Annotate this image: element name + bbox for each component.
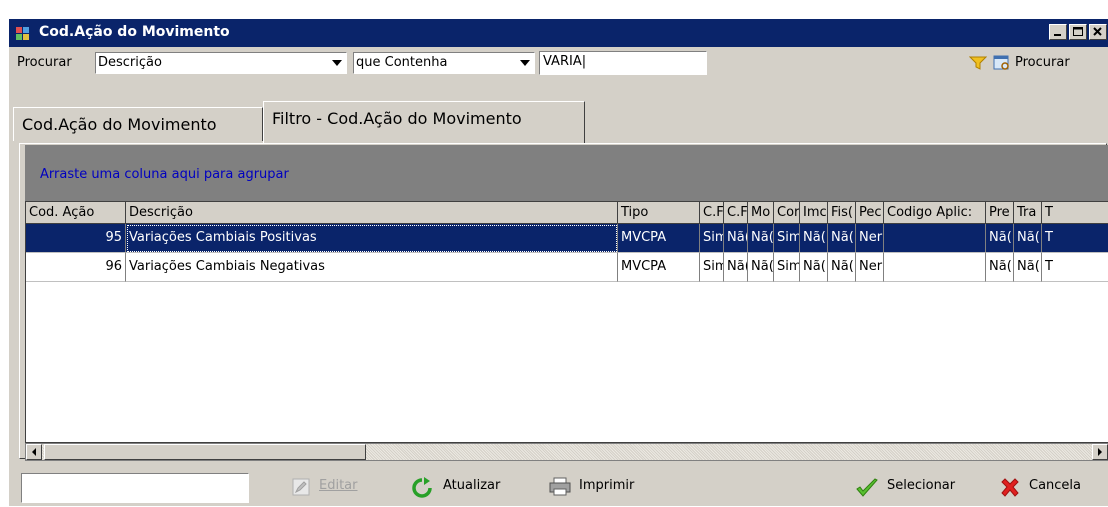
group-by-area[interactable]: Arraste uma coluna aqui para agrupar — [25, 145, 1108, 201]
tab-label: Cod.Ação do Movimento — [22, 115, 217, 134]
print-label: Imprimir — [579, 478, 635, 493]
column-header[interactable]: Cor — [774, 202, 800, 224]
grid-cell: Nã( — [828, 253, 856, 282]
table-row[interactable]: 96 Variações Cambiais Negativas MVCPA Si… — [26, 253, 1108, 282]
window-title: Cod.Ação do Movimento — [39, 24, 230, 40]
cell-descricao: Variações Cambiais Negativas — [126, 253, 618, 282]
column-header[interactable]: Pre — [986, 202, 1014, 224]
grid-cell: Nã( — [986, 253, 1014, 282]
filter-icon[interactable] — [969, 55, 987, 71]
chevron-down-icon — [520, 60, 530, 66]
print-button[interactable]: Imprimir — [549, 465, 659, 507]
edit-label: Editar — [319, 478, 358, 493]
column-header[interactable]: Imc — [800, 202, 828, 224]
refresh-button[interactable]: Atualizar — [411, 465, 521, 507]
select-label: Selecionar — [887, 478, 956, 493]
cell-cod-acao: 96 — [26, 253, 126, 282]
chevron-down-icon — [332, 60, 342, 66]
refresh-icon — [412, 477, 432, 498]
edit-button[interactable]: Editar — [291, 465, 371, 507]
grid-cell — [884, 253, 986, 282]
scrollbar-thumb[interactable] — [44, 444, 366, 460]
tab-cod-acao[interactable]: Cod.Ação do Movimento — [13, 107, 263, 141]
grid-cell: T — [1042, 253, 1108, 282]
grid-cell: Nã( — [800, 224, 828, 253]
close-button[interactable] — [1089, 24, 1107, 40]
grid-cell: Ner — [856, 253, 884, 282]
search-toolbar: Procurar Descrição que Contenha VARIA| P… — [9, 47, 1108, 81]
tab-filtro[interactable]: Filtro - Cod.Ação do Movimento — [263, 101, 585, 143]
grid-cell: Nã( — [800, 253, 828, 282]
cancel-button[interactable]: Cancela — [999, 465, 1105, 507]
close-icon — [1093, 27, 1102, 36]
group-by-hint: Arraste uma coluna aqui para agrupar — [40, 167, 289, 182]
maximize-button[interactable] — [1069, 24, 1087, 40]
x-icon — [1001, 478, 1019, 497]
cell-descricao: Variações Cambiais Positivas — [126, 224, 618, 253]
grid-cell: Nã( — [828, 224, 856, 253]
grid-cell: T — [1042, 224, 1108, 253]
horizontal-scrollbar[interactable] — [25, 443, 1108, 461]
search-button-label: Procurar — [1015, 55, 1070, 70]
app-icon — [16, 27, 29, 40]
column-header[interactable]: Mo — [748, 202, 774, 224]
scroll-right-button[interactable] — [1092, 444, 1108, 460]
grid-cell: Sim — [700, 224, 724, 253]
grid-cell: Sim — [774, 253, 800, 282]
search-operator-value: que Contenha — [356, 55, 448, 70]
grid-cell: Nã( — [724, 253, 748, 282]
column-header[interactable]: Codigo Aplic: — [884, 202, 986, 224]
column-header[interactable]: Descrição — [126, 202, 618, 224]
search-input-value: VARIA — [543, 54, 582, 69]
arrow-left-icon — [32, 448, 36, 456]
minimize-button[interactable] — [1049, 24, 1067, 40]
column-header[interactable]: Fis( — [828, 202, 856, 224]
column-header[interactable]: Cod. Ação — [26, 202, 126, 224]
column-header[interactable]: C.F — [700, 202, 724, 224]
column-header[interactable]: T — [1042, 202, 1108, 224]
table-row[interactable]: 95 Variações Cambiais Positivas MVCPA Si… — [26, 224, 1108, 253]
grid-cell: Nã( — [724, 224, 748, 253]
search-operator-select[interactable]: que Contenha — [353, 52, 535, 74]
column-header[interactable]: C.F — [724, 202, 748, 224]
search-field-select[interactable]: Descrição — [95, 52, 347, 74]
search-icon — [993, 55, 1009, 70]
title-bar[interactable]: Cod.Ação do Movimento — [9, 19, 1108, 47]
checkmark-icon — [856, 478, 878, 497]
grid-cell: Nã( — [748, 253, 774, 282]
cancel-label: Cancela — [1029, 478, 1082, 493]
column-header[interactable]: Tipo — [618, 202, 700, 224]
refresh-label: Atualizar — [443, 478, 501, 493]
maximize-icon — [1073, 27, 1083, 36]
tab-label: Filtro - Cod.Ação do Movimento — [272, 109, 522, 128]
select-button[interactable]: Selecionar — [855, 465, 975, 507]
column-header[interactable]: Tra — [1014, 202, 1042, 224]
grid-cell: Sim — [700, 253, 724, 282]
footer-bar: Editar Atualizar Imprimir Selecionar Can… — [9, 465, 1108, 507]
cell-tipo: MVCPA — [618, 253, 700, 282]
cell-cod-acao: 95 — [26, 224, 126, 253]
grid-cell — [884, 224, 986, 253]
cell-tipo: MVCPA — [618, 224, 700, 253]
pencil-icon — [292, 478, 310, 496]
data-grid: Cod. Ação Descrição Tipo C.F C.F Mo Cor … — [25, 201, 1108, 443]
grid-cell: Nã( — [748, 224, 774, 253]
search-field-value: Descrição — [98, 55, 162, 70]
window: Cod.Ação do Movimento Procurar Descrição… — [8, 18, 1108, 506]
scroll-left-button[interactable] — [26, 444, 42, 460]
grid-cell: Nã( — [1014, 253, 1042, 282]
search-button[interactable]: Procurar — [993, 51, 1108, 75]
grid-cell: Nã( — [986, 224, 1014, 253]
arrow-right-icon — [1098, 448, 1102, 456]
grid-cell: Nã( — [1014, 224, 1042, 253]
minimize-icon — [1054, 34, 1061, 36]
column-header[interactable]: Pec — [856, 202, 884, 224]
search-input[interactable]: VARIA| — [539, 51, 707, 75]
footer-input[interactable] — [21, 473, 249, 503]
grid-cell: Sim — [774, 224, 800, 253]
grid-cell: Ner — [856, 224, 884, 253]
search-label: Procurar — [17, 55, 72, 70]
printer-icon — [549, 477, 571, 496]
